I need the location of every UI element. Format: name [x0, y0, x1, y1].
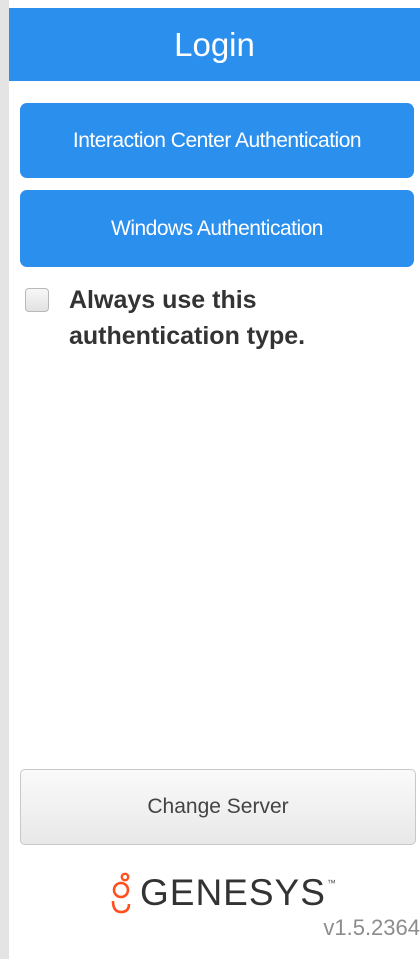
genesys-logo: GENESYS ™ [110, 868, 336, 918]
remember-auth-checkbox[interactable] [25, 288, 49, 312]
genesys-logo-icon [111, 872, 131, 914]
version-label: v1.5.2364 [323, 915, 420, 940]
genesys-logo-text: GENESYS [140, 872, 326, 913]
remember-auth-label[interactable]: Always use this authentication type. [69, 282, 369, 354]
interaction-center-auth-button[interactable]: Interaction Center Authentication [20, 103, 414, 178]
page-title: Login [9, 8, 420, 81]
windows-auth-button[interactable]: Windows Authentication [20, 190, 414, 267]
login-panel: Login Interaction Center Authentication … [0, 0, 420, 959]
change-server-button[interactable]: Change Server [20, 769, 416, 845]
window-edge [0, 0, 9, 959]
trademark-mark: ™ [326, 878, 336, 888]
